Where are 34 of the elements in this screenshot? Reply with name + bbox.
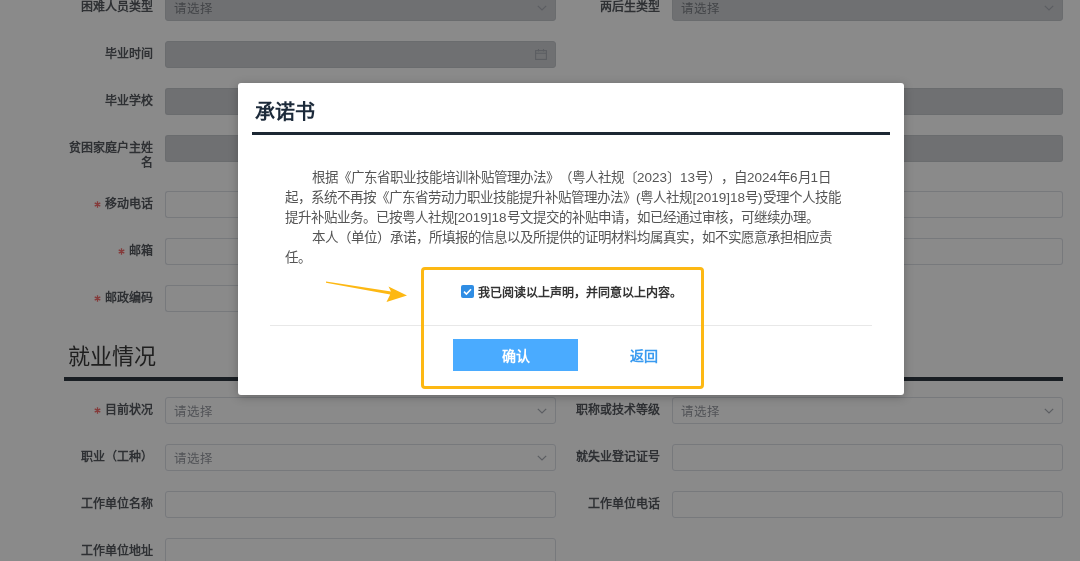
- field-label: 两后生类型: [600, 0, 660, 15]
- field-label: 贫困家庭户主姓名: [68, 141, 153, 171]
- select-field[interactable]: 请选择: [165, 397, 556, 424]
- field-label: 工作单位电话: [588, 497, 660, 512]
- chevron-down-icon: [537, 454, 547, 461]
- input-field[interactable]: [165, 238, 238, 265]
- input-field[interactable]: [904, 191, 1063, 218]
- dialog-title: 承诺书: [255, 100, 315, 125]
- statement-paragraph: 本人（单位）承诺，所填报的信息以及所提供的证明材料均属真实，如不实愿意承担相应责任。: [285, 229, 833, 267]
- field-label: 就失业登记证号: [576, 450, 660, 465]
- chevron-down-icon: [1044, 407, 1054, 414]
- section-title: 就业情况: [68, 343, 156, 371]
- back-link[interactable]: 返回: [630, 345, 658, 365]
- field-label: 困难人员类型: [81, 0, 153, 15]
- field-label: 目前状况: [105, 403, 153, 418]
- select-field[interactable]: 请选择: [672, 397, 1063, 424]
- field-label: 毕业学校: [105, 94, 153, 109]
- field-label: 邮政编码: [105, 291, 153, 306]
- input-field[interactable]: [165, 191, 238, 218]
- input-field[interactable]: [904, 238, 1063, 265]
- checkbox[interactable]: [461, 284, 474, 298]
- input-field[interactable]: [165, 285, 238, 312]
- confirm-button[interactable]: 确认: [453, 339, 578, 371]
- field-label: 邮箱: [129, 244, 153, 259]
- field-label: 毕业时间: [105, 47, 153, 62]
- field-label: 工作单位地址: [81, 544, 153, 559]
- statement-paragraph: 根据《广东省职业技能培训补贴管理办法》（粤人社规〔2023〕13号），自2024年6月1日起，系统不再按《广东省劳动力职业技能提升补贴管理办法》(粤人社规[2019]18号)受理个人技能提升补贴业务。已按粤人社规[2019]18号文提交的补贴申请，如已经通过审核，可继续办理。: [285, 169, 842, 227]
- agreement-text[interactable]: 我已阅读以上声明，并同意以上内容。: [478, 282, 682, 300]
- field-label: 工作单位名称: [81, 497, 153, 512]
- field-label: 移动电话: [105, 197, 153, 212]
- field-label: 职称或技术等级: [576, 403, 660, 418]
- select-field[interactable]: 请选择: [165, 444, 556, 471]
- field-label: 职业（工种）: [81, 450, 153, 465]
- chevron-down-icon: [537, 407, 547, 414]
